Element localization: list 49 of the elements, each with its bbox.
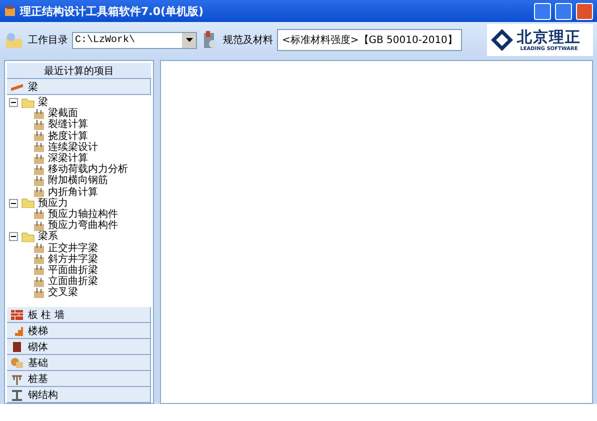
tree-item[interactable]: 梁截面: [9, 108, 153, 120]
tree-item[interactable]: 立面曲折梁: [9, 276, 153, 288]
tree-item[interactable]: 预应力轴拉构件: [9, 208, 153, 220]
recent-projects-header[interactable]: 最近计算的项目: [7, 63, 151, 79]
category-tab[interactable]: 梁: [7, 79, 151, 95]
tree-item[interactable]: 正交井字梁: [9, 242, 153, 254]
folder-icon: [21, 98, 35, 108]
tree-item[interactable]: 连续梁设计: [9, 142, 153, 153]
tree-node[interactable]: 预应力: [9, 198, 153, 209]
category-icon: [10, 308, 24, 322]
tree-item[interactable]: 移动荷载内力分析: [9, 164, 153, 176]
folder-icon: [4, 31, 24, 49]
tree-item[interactable]: 平面曲折梁: [9, 264, 153, 276]
caret-icon: [186, 38, 192, 42]
maximize-button[interactable]: [555, 2, 572, 20]
tree-item[interactable]: 挠度计算: [9, 130, 153, 142]
collapse-icon[interactable]: [9, 198, 18, 208]
close-button[interactable]: [576, 2, 593, 20]
minimize-button[interactable]: [534, 2, 551, 20]
tree-item[interactable]: 裂缝计算: [9, 119, 153, 131]
category-icon: [10, 388, 24, 402]
beam-icon: [10, 82, 24, 92]
category-tab[interactable]: 楼梯: [7, 323, 151, 339]
collapse-icon[interactable]: [9, 232, 18, 242]
category-icon: [10, 356, 24, 370]
workdir-dropdown[interactable]: C:\LzWork\: [72, 32, 197, 48]
workdir-label: 工作目录: [28, 34, 68, 47]
folder-icon: [21, 232, 35, 242]
category-tab[interactable]: 基础: [7, 355, 151, 371]
category-icon: [10, 340, 24, 354]
tree-item[interactable]: 交叉梁: [9, 287, 153, 298]
category-tab[interactable]: 板 柱 墙: [7, 307, 151, 323]
tree-item[interactable]: 预应力弯曲构件: [9, 220, 153, 232]
category-tab[interactable]: 桩基: [7, 371, 151, 387]
logo-icon: [490, 28, 514, 52]
tree-node[interactable]: 梁系: [9, 231, 153, 242]
tree-item[interactable]: 附加横向钢筋: [9, 175, 153, 186]
category-tab[interactable]: 砌体: [7, 339, 151, 355]
app-icon: [4, 5, 16, 17]
tree-item[interactable]: 深梁计算: [9, 152, 153, 164]
tree-node[interactable]: 梁: [9, 97, 153, 108]
folder-icon: [21, 198, 35, 208]
collapse-icon[interactable]: [9, 98, 18, 108]
standard-field: <标准材料强度>【GB 50010-2010】: [277, 29, 462, 51]
category-tab[interactable]: 钢结构: [7, 387, 151, 403]
standard-label: 规范及材料: [223, 34, 273, 47]
tree-item[interactable]: 内折角计算: [9, 186, 153, 198]
window-title: 理正结构设计工具箱软件7.0(单机版): [20, 4, 205, 18]
tree-item[interactable]: 斜方井字梁: [9, 254, 153, 265]
